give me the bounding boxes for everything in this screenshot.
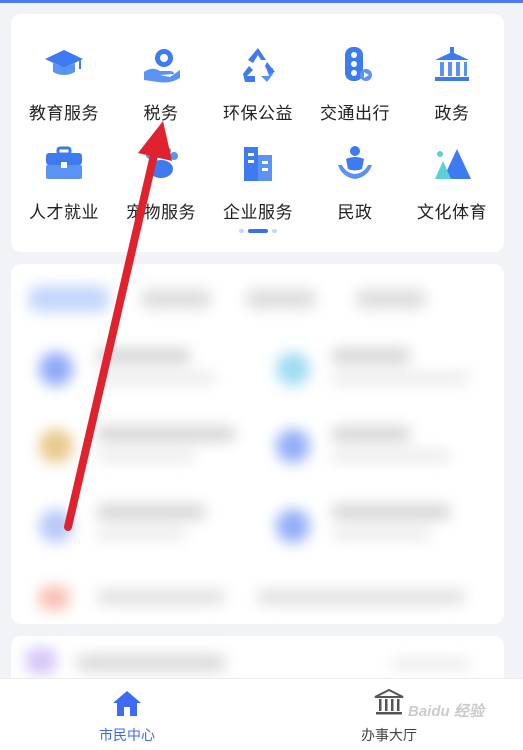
service-label: 民政 bbox=[337, 203, 373, 223]
service-label: 税务 bbox=[143, 104, 179, 124]
graduation-cap-icon bbox=[43, 44, 85, 86]
service-transport[interactable]: 交通出行 bbox=[306, 44, 404, 144]
service-environment[interactable]: 环保公益 bbox=[209, 44, 307, 144]
page-dot-active bbox=[247, 229, 268, 233]
briefcase-icon bbox=[43, 143, 85, 185]
service-label: 人才就业 bbox=[29, 203, 99, 223]
page-dot bbox=[271, 229, 277, 233]
service-label: 教育服务 bbox=[29, 104, 99, 124]
pet-icon bbox=[140, 143, 182, 185]
tab-label: 办事大厅 bbox=[361, 728, 417, 744]
service-education[interactable]: 教育服务 bbox=[15, 44, 113, 144]
service-government[interactable]: 政务 bbox=[403, 44, 501, 144]
recycle-icon bbox=[237, 44, 279, 86]
blurred-content-card bbox=[11, 264, 504, 624]
service-label: 政务 bbox=[434, 104, 470, 124]
mountain-flag-icon bbox=[431, 143, 473, 185]
home-icon bbox=[112, 689, 142, 717]
government-building-icon bbox=[431, 44, 473, 86]
service-label: 企业服务 bbox=[223, 203, 293, 223]
service-enterprise[interactable]: 企业服务 bbox=[209, 143, 307, 243]
top-accent-strip bbox=[0, 0, 523, 3]
page-indicator bbox=[11, 229, 504, 233]
service-employment[interactable]: 人才就业 bbox=[15, 143, 113, 243]
office-building-icon bbox=[237, 143, 279, 185]
service-label: 宠物服务 bbox=[126, 203, 196, 223]
tax-hand-icon bbox=[140, 44, 182, 86]
traffic-light-icon bbox=[334, 44, 376, 86]
tab-label: 市民中心 bbox=[99, 728, 155, 744]
service-civil-affairs[interactable]: 民政 bbox=[306, 143, 404, 243]
service-pet[interactable]: 宠物服务 bbox=[112, 143, 210, 243]
government-building-icon bbox=[374, 688, 404, 717]
service-label: 交通出行 bbox=[320, 104, 390, 124]
tab-citizen-center[interactable]: 市民中心 bbox=[27, 679, 227, 750]
page-dot bbox=[238, 229, 244, 233]
service-grid-card: 教育服务 税务 环保公益 交通出行 政务 人才就业 宠物服务 企业服务 民政 文… bbox=[11, 14, 504, 252]
service-label: 环保公益 bbox=[223, 104, 293, 124]
civil-affairs-icon bbox=[334, 143, 376, 185]
watermark-logo: Baidu 经验 bbox=[408, 703, 484, 720]
service-label: 文化体育 bbox=[417, 203, 487, 223]
service-culture-sports[interactable]: 文化体育 bbox=[403, 143, 501, 243]
service-tax[interactable]: 税务 bbox=[112, 44, 210, 144]
